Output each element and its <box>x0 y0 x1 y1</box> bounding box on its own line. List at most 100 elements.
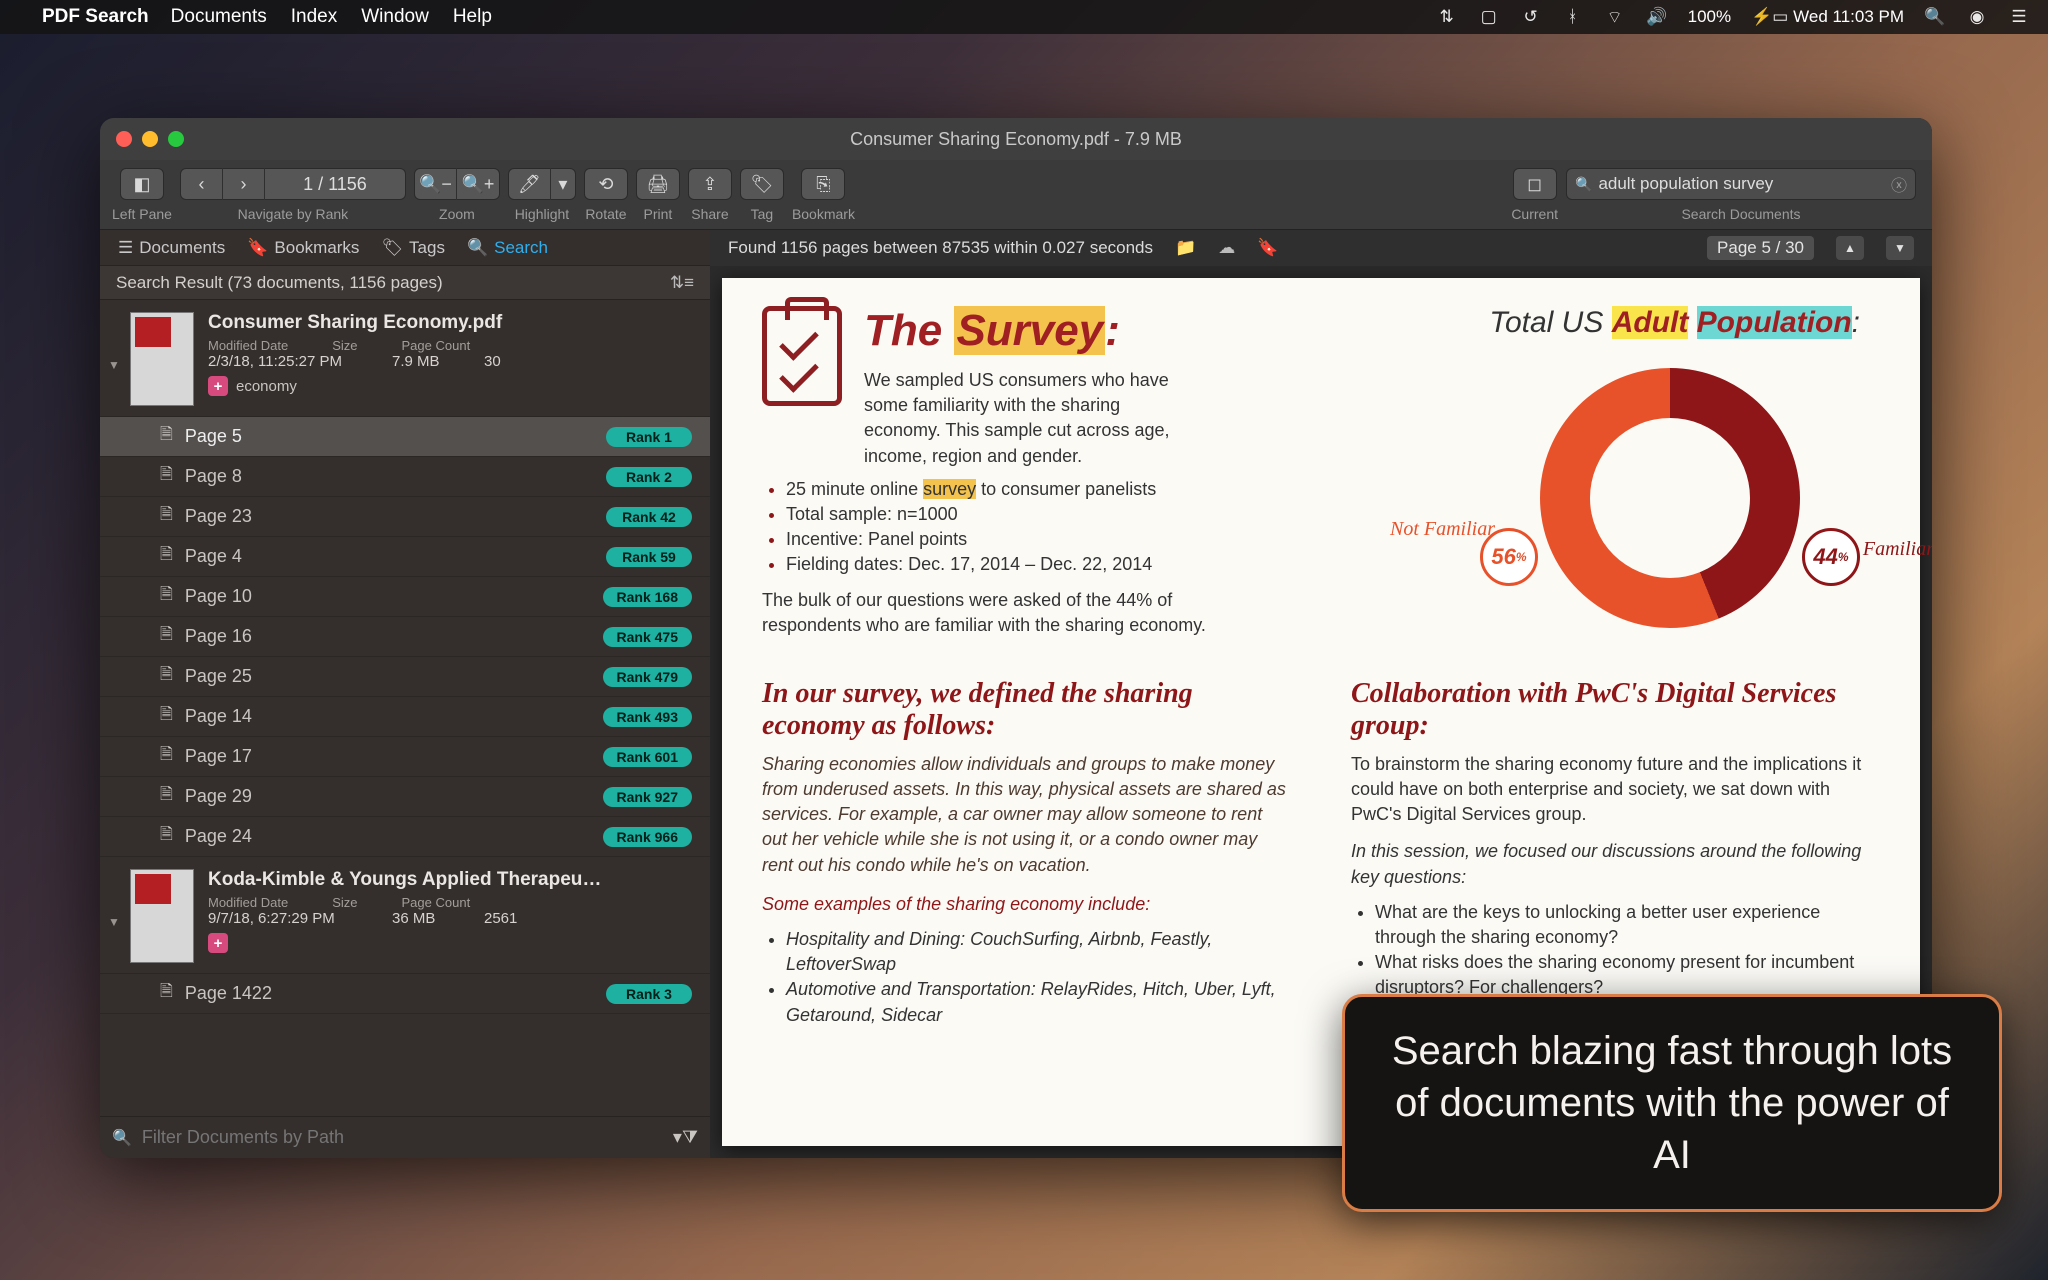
bookmark-label: Bookmark <box>792 206 855 222</box>
left-pane-label: Left Pane <box>112 206 172 222</box>
tag-button[interactable]: 🏷 <box>741 168 783 200</box>
page-result-row[interactable]: 🗎 Page 23 Rank 42 <box>100 497 710 537</box>
page-result-row[interactable]: 🗎 Page 24 Rank 966 <box>100 817 710 857</box>
tab-bookmarks[interactable]: 🔖Bookmarks <box>247 238 359 258</box>
population-heading: Total US Adult Population: <box>1489 306 1860 340</box>
current-doc-button[interactable]: ◻ <box>1514 168 1556 200</box>
siri-icon[interactable]: ◉ <box>1966 7 1988 27</box>
menu-index[interactable]: Index <box>291 6 337 28</box>
menu-documents[interactable]: Documents <box>171 6 267 28</box>
search-field[interactable]: 🔍 ⓧ <box>1566 168 1916 200</box>
window-close-button[interactable] <box>116 131 132 147</box>
page-label: Page 23 <box>185 506 594 527</box>
page-icon: 🗎 <box>160 503 173 530</box>
page-result-row[interactable]: 🗎 Page 10 Rank 168 <box>100 577 710 617</box>
zoom-out-button[interactable]: 🔍− <box>415 168 457 200</box>
status-clock[interactable]: Wed 11:03 PM <box>1793 7 1904 27</box>
menu-help[interactable]: Help <box>453 6 492 28</box>
example-item: Automotive and Transportation: RelayRide… <box>786 977 1291 1027</box>
tag-label: Tag <box>751 206 774 222</box>
status-sync-icon[interactable]: ⇅ <box>1436 7 1458 27</box>
rank-badge: Rank 168 <box>603 587 692 607</box>
filter-search-icon: 🔍 <box>112 1128 132 1148</box>
add-tag-button[interactable]: + <box>208 376 228 396</box>
found-bookmark-icon[interactable]: 🔖 <box>1257 238 1278 258</box>
add-tag-button[interactable]: + <box>208 933 228 953</box>
example-item: Hospitality and Dining: CouchSurfing, Ai… <box>786 927 1291 977</box>
clear-search-button[interactable]: ⓧ <box>1891 172 1907 196</box>
status-airplay-icon[interactable]: ▢ <box>1478 7 1500 27</box>
page-result-row[interactable]: 🗎 Page 16 Rank 475 <box>100 617 710 657</box>
nav-prev-button[interactable]: ‹ <box>181 168 223 200</box>
page-result-row[interactable]: 🗎 Page 14 Rank 493 <box>100 697 710 737</box>
page-up-button[interactable]: ▲ <box>1836 236 1864 260</box>
rotate-button[interactable]: ⟲ <box>585 168 627 200</box>
page-result-row[interactable]: 🗎 Page 25 Rank 479 <box>100 657 710 697</box>
collab-body2: In this session, we focused our discussi… <box>1351 839 1880 889</box>
highlight-menu-button[interactable]: ▾ <box>551 168 575 200</box>
document-result[interactable]: ▼ Consumer Sharing Economy.pdf Modified … <box>100 300 710 417</box>
page-result-row[interactable]: 🗎 Page 17 Rank 601 <box>100 737 710 777</box>
page-result-row[interactable]: 🗎 Page 8 Rank 2 <box>100 457 710 497</box>
sidebar: ☰Documents 🔖Bookmarks 🏷Tags 🔍Search Sear… <box>100 230 710 1158</box>
collab-heading: Collaboration with PwC's Digital Service… <box>1351 678 1880 742</box>
window-titlebar[interactable]: Consumer Sharing Economy.pdf - 7.9 MB <box>100 118 1932 160</box>
status-timemachine-icon[interactable]: ↺ <box>1520 7 1542 27</box>
search-results-list[interactable]: ▼ Consumer Sharing Economy.pdf Modified … <box>100 300 710 1116</box>
tab-search[interactable]: 🔍Search <box>467 238 548 258</box>
page-down-button[interactable]: ▼ <box>1886 236 1914 260</box>
document-tag[interactable]: economy <box>236 378 297 395</box>
share-button[interactable]: ⇪ <box>689 168 731 200</box>
highlight-button[interactable]: 🖊 <box>509 168 551 200</box>
bookmark-icon: 🔖 <box>247 238 268 258</box>
zoom-label: Zoom <box>439 206 475 222</box>
cloud-icon[interactable]: ☁︎ <box>1218 238 1235 258</box>
status-bluetooth-icon[interactable]: ᚼ <box>1562 7 1584 27</box>
nav-next-button[interactable]: › <box>223 168 265 200</box>
search-input[interactable] <box>1598 174 1891 194</box>
status-battery-percent[interactable]: 100% <box>1688 7 1731 27</box>
spotlight-icon[interactable]: 🔍 <box>1924 7 1946 27</box>
window-zoom-button[interactable] <box>168 131 184 147</box>
window-minimize-button[interactable] <box>142 131 158 147</box>
document-result[interactable]: ▼ Koda-Kimble & Youngs Applied Therapeu…… <box>100 857 710 974</box>
rank-badge: Rank 966 <box>603 827 692 847</box>
print-button[interactable]: 🖨 <box>637 168 679 200</box>
sort-results-button[interactable]: ⇅≡ <box>670 273 694 293</box>
menu-window[interactable]: Window <box>361 6 429 28</box>
filter-input[interactable] <box>142 1127 663 1148</box>
notifications-icon[interactable]: ☰ <box>2008 7 2030 27</box>
status-wifi-icon[interactable]: ⌔ <box>1604 7 1626 28</box>
expand-chevron-icon[interactable]: ▼ <box>108 915 120 929</box>
page-result-row[interactable]: 🗎 Page 5 Rank 1 <box>100 417 710 457</box>
document-thumbnail <box>130 312 194 406</box>
rank-badge: Rank 475 <box>603 627 692 647</box>
page-label: Page 17 <box>185 746 591 767</box>
status-battery-icon[interactable]: ⚡▭ <box>1751 7 1773 27</box>
nav-rank-label: Navigate by Rank <box>238 206 349 222</box>
tab-tags[interactable]: 🏷Tags <box>381 238 445 258</box>
active-app-name[interactable]: PDF Search <box>42 6 149 28</box>
status-volume-icon[interactable]: 🔊 <box>1646 7 1668 27</box>
page-result-row[interactable]: 🗎 Page 29 Rank 927 <box>100 777 710 817</box>
page-result-row[interactable]: 🗎 Page 1422 Rank 3 <box>100 974 710 1014</box>
folder-icon[interactable]: 📁 <box>1175 238 1196 258</box>
rank-badge: Rank 3 <box>606 984 692 1004</box>
survey-body: We sampled US consumers who have some fa… <box>864 368 1184 469</box>
bookmark-button[interactable]: ⎘ <box>802 168 844 200</box>
page-indicator: Page 5 / 30 <box>1707 236 1814 260</box>
survey-bulk-text: The bulk of our questions were asked of … <box>762 588 1222 638</box>
page-label: Page 8 <box>185 466 594 487</box>
zoom-in-button[interactable]: 🔍+ <box>457 168 499 200</box>
tab-documents[interactable]: ☰Documents <box>118 238 225 258</box>
page-icon: 🗎 <box>160 663 173 690</box>
page-icon: 🗎 <box>160 783 173 810</box>
window-title: Consumer Sharing Economy.pdf - 7.9 MB <box>850 129 1182 150</box>
page-label: Page 4 <box>185 546 594 567</box>
expand-chevron-icon[interactable]: ▼ <box>108 358 120 372</box>
rank-badge: Rank 2 <box>606 467 692 487</box>
toggle-left-pane-button[interactable]: ◧ <box>121 168 163 200</box>
filter-funnel-button[interactable]: ▾⧩ <box>673 1127 698 1148</box>
page-result-row[interactable]: 🗎 Page 4 Rank 59 <box>100 537 710 577</box>
rank-badge: Rank 493 <box>603 707 692 727</box>
